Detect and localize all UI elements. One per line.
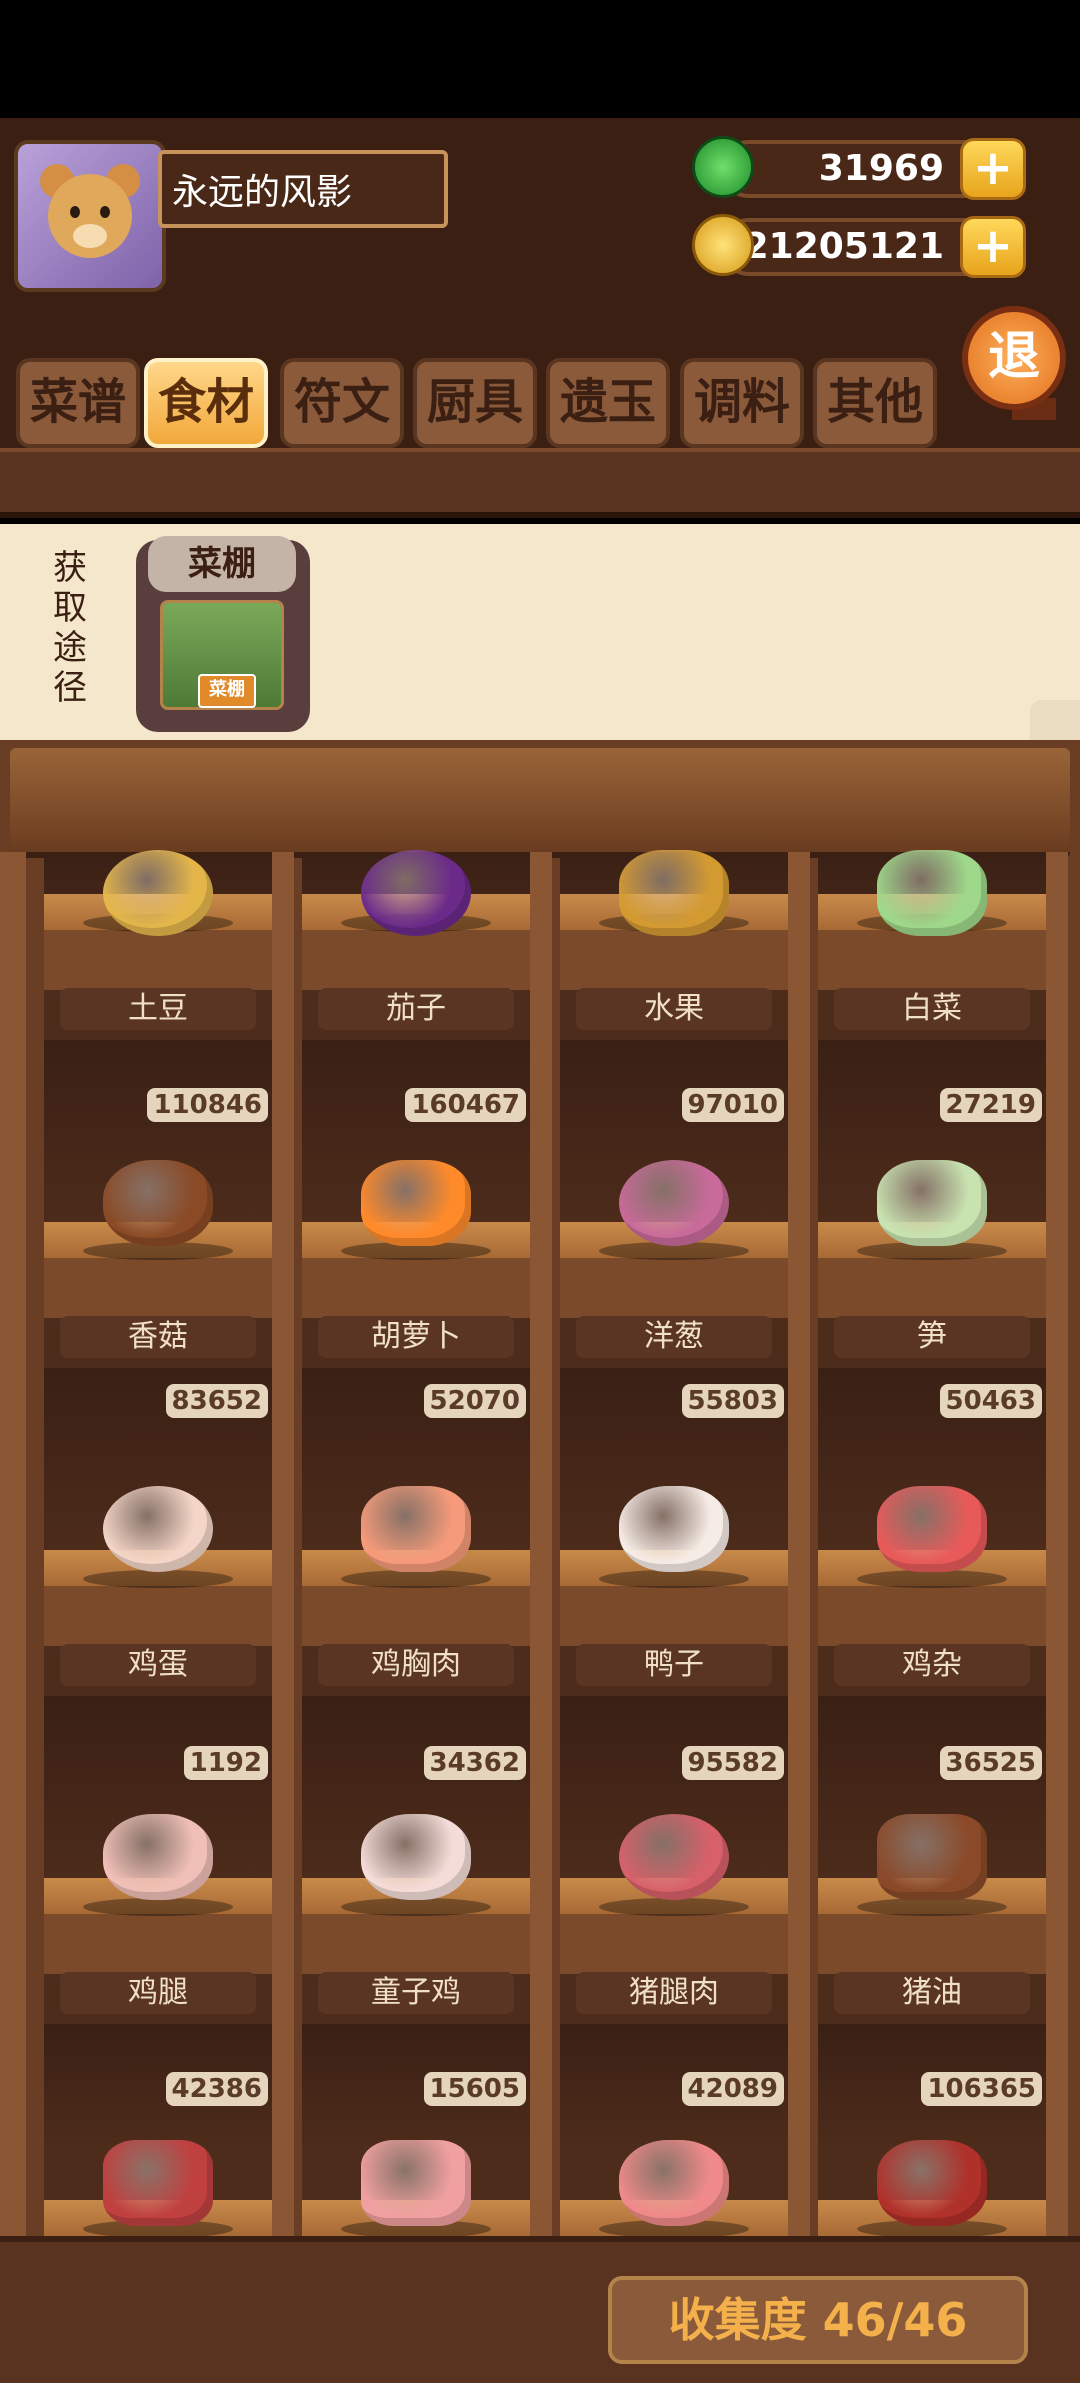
- tab-cookware[interactable]: 厨具: [413, 358, 537, 448]
- item-shadow: [599, 1898, 749, 1916]
- ingredient-count: 27219: [939, 1088, 1042, 1122]
- ingredient-name: 猪油: [834, 1972, 1030, 2014]
- ingredient-count: 55803: [681, 1384, 784, 1418]
- shelf-front: [44, 1258, 272, 1318]
- ingredient-name: 猪腿肉: [576, 1972, 772, 2014]
- ingredient-name: 水果: [576, 988, 772, 1030]
- cabinet-top: [10, 748, 1070, 858]
- ingredient-name: 胡萝卜: [318, 1316, 514, 1358]
- ingredient-count: 1192: [183, 1746, 268, 1780]
- source-label: 获取途径: [53, 548, 87, 708]
- ingredient-count: 15605: [423, 2072, 526, 2106]
- ingredient-icon: [877, 1486, 987, 1572]
- item-shadow: [857, 1898, 1007, 1916]
- shelf-front: [818, 1258, 1046, 1318]
- ingredient-count: 110846: [147, 1088, 268, 1122]
- ingredient-icon: [361, 850, 471, 936]
- tab-recipes[interactable]: 菜谱: [16, 358, 140, 448]
- item-shadow: [599, 1570, 749, 1588]
- ingredient-count: 83652: [165, 1384, 268, 1418]
- ingredient-icon: [103, 2140, 213, 2226]
- item-shadow: [341, 1898, 491, 1916]
- ingredient-name: 茄子: [318, 988, 514, 1030]
- coin-icon: [692, 214, 754, 276]
- ingredient-count: 160467: [405, 1088, 526, 1122]
- shelf-front: [44, 1914, 272, 1974]
- shelf-front: [818, 930, 1046, 990]
- ingredient-name: 白菜: [834, 988, 1030, 1030]
- shelf-front: [560, 1258, 788, 1318]
- item-shadow: [83, 1898, 233, 1916]
- item-shadow: [83, 1570, 233, 1588]
- ingredient-name: 洋葱: [576, 1316, 772, 1358]
- ingredient-count: 95582: [681, 1746, 784, 1780]
- player-name: 永远的风影: [158, 150, 448, 228]
- exit-button[interactable]: 退: [962, 306, 1066, 410]
- ingredient-count: 42089: [681, 2072, 784, 2106]
- ingredient-icon: [619, 2140, 729, 2226]
- ingredient-name: 鸡蛋: [60, 1644, 256, 1686]
- ingredient-name: 鸡杂: [834, 1644, 1030, 1686]
- shelf-front: [560, 1586, 788, 1646]
- add-coin-button[interactable]: +: [960, 216, 1026, 278]
- ingredient-icon: [103, 1486, 213, 1572]
- shelf-front: [818, 1586, 1046, 1646]
- shelf-front: [44, 1586, 272, 1646]
- ingredient-icon: [877, 1814, 987, 1900]
- ingredient-count: 50463: [939, 1384, 1042, 1418]
- ingredient-icon: [103, 1814, 213, 1900]
- ingredient-icon: [619, 1486, 729, 1572]
- ingredient-icon: [103, 1160, 213, 1246]
- ingredient-icon: [361, 1814, 471, 1900]
- shelf-front: [302, 1586, 530, 1646]
- shelf-front: [560, 1914, 788, 1974]
- ingredient-name: 鸭子: [576, 1644, 772, 1686]
- ingredient-icon: [103, 850, 213, 936]
- tab-relic-jade[interactable]: 遗玉: [546, 358, 670, 448]
- ingredient-count: 36525: [939, 1746, 1042, 1780]
- ingredient-icon: [877, 1160, 987, 1246]
- tab-others[interactable]: 其他: [813, 358, 937, 448]
- ingredient-name: 土豆: [60, 988, 256, 1030]
- shelf-front: [818, 1914, 1046, 1974]
- ingredient-count: 42386: [165, 2072, 268, 2106]
- jade-icon: [692, 136, 754, 198]
- tab-seasonings[interactable]: 调料: [680, 358, 804, 448]
- ingredient-name: 童子鸡: [318, 1972, 514, 2014]
- cabinet-post: [0, 852, 26, 2236]
- ingredient-count: 97010: [681, 1088, 784, 1122]
- ingredient-icon: [619, 850, 729, 936]
- ingredient-icon: [361, 1486, 471, 1572]
- ingredient-name: 香菇: [60, 1316, 256, 1358]
- collection-progress: 收集度 46/46: [608, 2276, 1028, 2364]
- shelf-front: [302, 930, 530, 990]
- ingredient-count: 106365: [921, 2072, 1042, 2106]
- ingredient-icon: [877, 2140, 987, 2226]
- item-shadow: [857, 1570, 1007, 1588]
- ingredient-icon: [619, 1160, 729, 1246]
- tab-ingredients[interactable]: 食材: [144, 358, 268, 448]
- add-jade-button[interactable]: +: [960, 138, 1026, 200]
- source-card-tag: 菜棚: [198, 674, 256, 708]
- ingredient-count: 34362: [423, 1746, 526, 1780]
- ingredient-name: 鸡腿: [60, 1972, 256, 2014]
- ingredient-name: 鸡胸肉: [318, 1644, 514, 1686]
- shelf-front: [302, 1914, 530, 1974]
- shelf-front: [44, 930, 272, 990]
- ingredient-icon: [361, 1160, 471, 1246]
- ingredient-icon: [361, 2140, 471, 2226]
- ingredient-icon: [877, 850, 987, 936]
- item-shadow: [341, 1570, 491, 1588]
- shelf-divider: [0, 448, 1080, 518]
- source-card-title: 菜棚: [148, 536, 296, 592]
- ingredient-count: 52070: [423, 1384, 526, 1418]
- tab-runes[interactable]: 符文: [280, 358, 404, 448]
- ingredient-name: 笋: [834, 1316, 1030, 1358]
- shelf-front: [560, 930, 788, 990]
- player-avatar[interactable]: [14, 140, 166, 292]
- shelf-front: [302, 1258, 530, 1318]
- ingredient-icon: [619, 1814, 729, 1900]
